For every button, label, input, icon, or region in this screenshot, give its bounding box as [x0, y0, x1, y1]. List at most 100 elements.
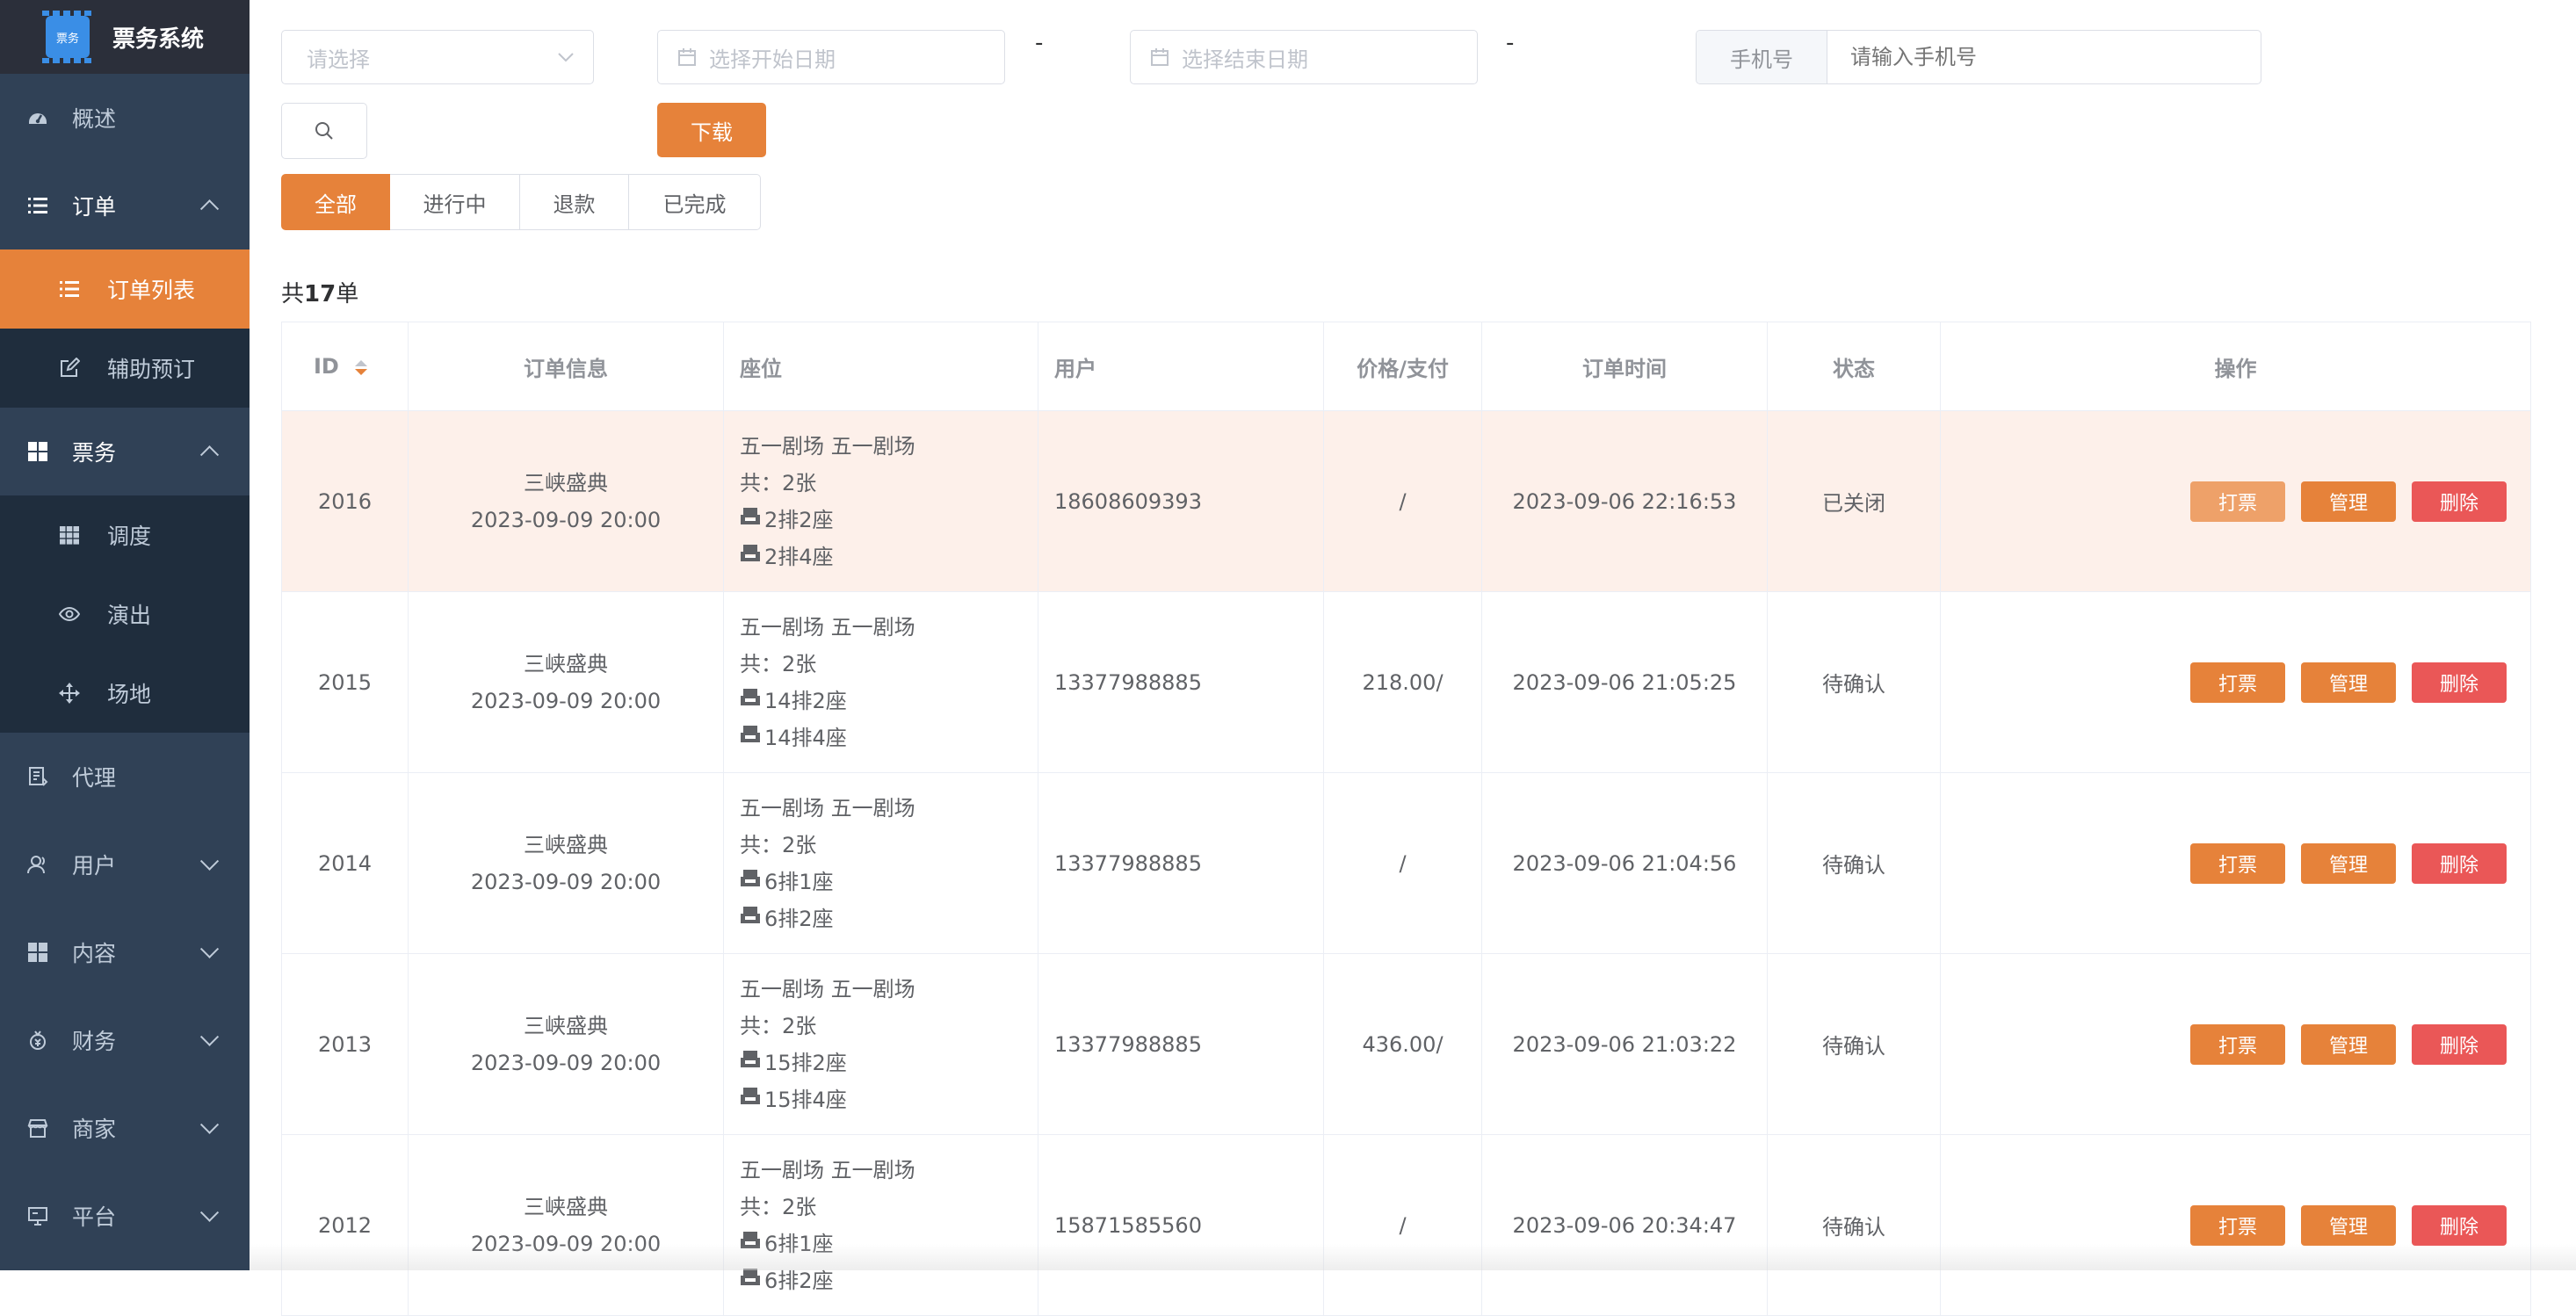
- sidebar-item-assisted-booking[interactable]: 辅助预订: [0, 329, 250, 408]
- sidebar-item-users[interactable]: 用户: [0, 821, 250, 908]
- show-time: 2023-09-09 20:00: [470, 507, 662, 532]
- seat-icon: [740, 1045, 763, 1081]
- sidebar-item-label: 调度: [107, 524, 152, 549]
- seat-icon: [740, 719, 763, 756]
- dashboard-icon: [26, 106, 49, 129]
- cell-status: 待确认: [1767, 1134, 1941, 1316]
- phone-input[interactable]: [1827, 31, 2261, 83]
- sidebar-item-tickets[interactable]: 票务: [0, 408, 250, 495]
- status-select[interactable]: 请选择: [281, 30, 594, 84]
- manage-button[interactable]: 管理: [2301, 842, 2396, 884]
- table-row: 2013 三峡盛典 2023-09-09 20:00 五一剧场 五一剧场 共：2张 15排…: [281, 953, 2531, 1135]
- print-ticket-button[interactable]: 打票: [2190, 1204, 2285, 1246]
- seat-line: 15排4座: [740, 1081, 1037, 1118]
- search-icon: [315, 122, 333, 140]
- download-button[interactable]: 下载: [657, 103, 766, 157]
- table-icon: [58, 524, 81, 546]
- sidebar-item-schedule[interactable]: 调度: [0, 495, 250, 575]
- cell-order-time: 2023-09-06 22:16:53: [1481, 410, 1768, 592]
- seat-label: 15排4座: [764, 1087, 847, 1112]
- phone-label: 手机号: [1697, 31, 1827, 83]
- cell-user: 18608609393: [1038, 410, 1324, 592]
- delete-button[interactable]: 删除: [2412, 662, 2507, 703]
- money-icon: [26, 1029, 49, 1052]
- sidebar-item-label: 商家: [72, 1117, 117, 1142]
- sidebar-item-merchants[interactable]: 商家: [0, 1084, 250, 1172]
- cell-order-time: 2023-09-06 21:03:22: [1481, 953, 1768, 1135]
- column-header-user: 用户: [1038, 322, 1324, 411]
- print-ticket-button[interactable]: 打票: [2190, 662, 2285, 703]
- venue-name: 五一剧场 五一剧场: [740, 795, 915, 821]
- print-ticket-button[interactable]: 打票: [2190, 481, 2285, 522]
- search-button[interactable]: [281, 103, 367, 159]
- start-date-picker[interactable]: 选择开始日期: [657, 30, 1005, 84]
- column-header-order-info: 订单信息: [408, 322, 724, 411]
- manage-button[interactable]: 管理: [2301, 481, 2396, 522]
- chevron-down-icon: [199, 1115, 220, 1134]
- column-header-price: 价格/支付: [1323, 322, 1482, 411]
- delete-button[interactable]: 删除: [2412, 1204, 2507, 1246]
- ticket-count: 共：2张: [740, 832, 817, 857]
- ticket-logo-icon: 票务: [42, 11, 93, 63]
- seat-label: 2排4座: [764, 544, 834, 569]
- grid-icon: [26, 440, 49, 463]
- column-header-id[interactable]: ID: [281, 322, 409, 411]
- seat-line: 15排2座: [740, 1045, 1037, 1081]
- end-date-picker[interactable]: 选择结束日期: [1130, 30, 1478, 84]
- manage-button[interactable]: 管理: [2301, 662, 2396, 703]
- cell-id: 2014: [281, 772, 409, 954]
- sidebar-item-label: 概述: [72, 106, 117, 132]
- bottom-fade: [250, 1244, 2576, 1270]
- tab-completed[interactable]: 已完成: [629, 174, 761, 230]
- cell-user: 15871585560: [1038, 1134, 1324, 1316]
- sidebar-item-label: 场地: [107, 682, 152, 707]
- logo-text: 票务: [55, 32, 79, 46]
- tab-all[interactable]: 全部: [281, 174, 390, 230]
- print-ticket-button[interactable]: 打票: [2190, 842, 2285, 884]
- seat-icon: [740, 502, 763, 539]
- show-name: 三峡盛典: [524, 1194, 608, 1219]
- sidebar-item-platform[interactable]: 平台: [0, 1172, 250, 1260]
- chevron-down-icon: [199, 939, 220, 958]
- seat-label: 2排2座: [764, 507, 834, 532]
- select-placeholder: 请选择: [307, 47, 370, 72]
- cell-user: 13377988885: [1038, 772, 1324, 954]
- delete-button[interactable]: 删除: [2412, 842, 2507, 884]
- seat-line: 14排4座: [740, 719, 1037, 756]
- sidebar-item-label: 演出: [107, 603, 152, 628]
- sidebar-item-label: 财务: [72, 1029, 117, 1054]
- tab-refund[interactable]: 退款: [520, 174, 629, 230]
- cell-seat: 五一剧场 五一剧场 共：2张 2排2座 2排4座: [723, 410, 1038, 592]
- cell-seat: 五一剧场 五一剧场 共：2张 14排2座 14排4座: [723, 591, 1038, 773]
- calendar-icon: [678, 48, 696, 66]
- sidebar-item-content[interactable]: 内容: [0, 908, 250, 996]
- order-count-prefix: 共: [281, 281, 305, 307]
- date-separator: -: [1506, 30, 1515, 56]
- venue-name: 五一剧场 五一剧场: [740, 976, 915, 1001]
- seat-label: 6排1座: [764, 869, 834, 894]
- sidebar-item-overview[interactable]: 概述: [0, 74, 250, 162]
- sidebar-item-finance[interactable]: 财务: [0, 996, 250, 1084]
- chevron-up-icon: [199, 445, 220, 465]
- user-icon: [26, 853, 49, 876]
- sort-icon[interactable]: [355, 359, 368, 375]
- cell-status: 待确认: [1767, 953, 1941, 1135]
- cell-seat: 五一剧场 五一剧场共：2张6排1座6排2座: [723, 1134, 1038, 1316]
- column-header-status: 状态: [1767, 322, 1941, 411]
- document-icon: [26, 765, 49, 788]
- manage-button[interactable]: 管理: [2301, 1023, 2396, 1065]
- sidebar-item-venues[interactable]: 场地: [0, 654, 250, 733]
- sidebar-item-order-list[interactable]: 订单列表: [0, 249, 250, 329]
- tab-in-progress[interactable]: 进行中: [390, 174, 520, 230]
- phone-input-group: 手机号: [1696, 30, 2261, 84]
- seat-label: 6排2座: [764, 906, 834, 931]
- sidebar-item-agents[interactable]: 代理: [0, 733, 250, 821]
- manage-button[interactable]: 管理: [2301, 1204, 2396, 1246]
- sidebar-item-shows[interactable]: 演出: [0, 575, 250, 654]
- sidebar-item-orders[interactable]: 订单: [0, 162, 250, 249]
- print-ticket-button[interactable]: 打票: [2190, 1023, 2285, 1065]
- calendar-icon: [1151, 48, 1169, 66]
- delete-button[interactable]: 删除: [2412, 1023, 2507, 1065]
- delete-button[interactable]: 删除: [2412, 481, 2507, 522]
- seat-icon: [740, 864, 763, 900]
